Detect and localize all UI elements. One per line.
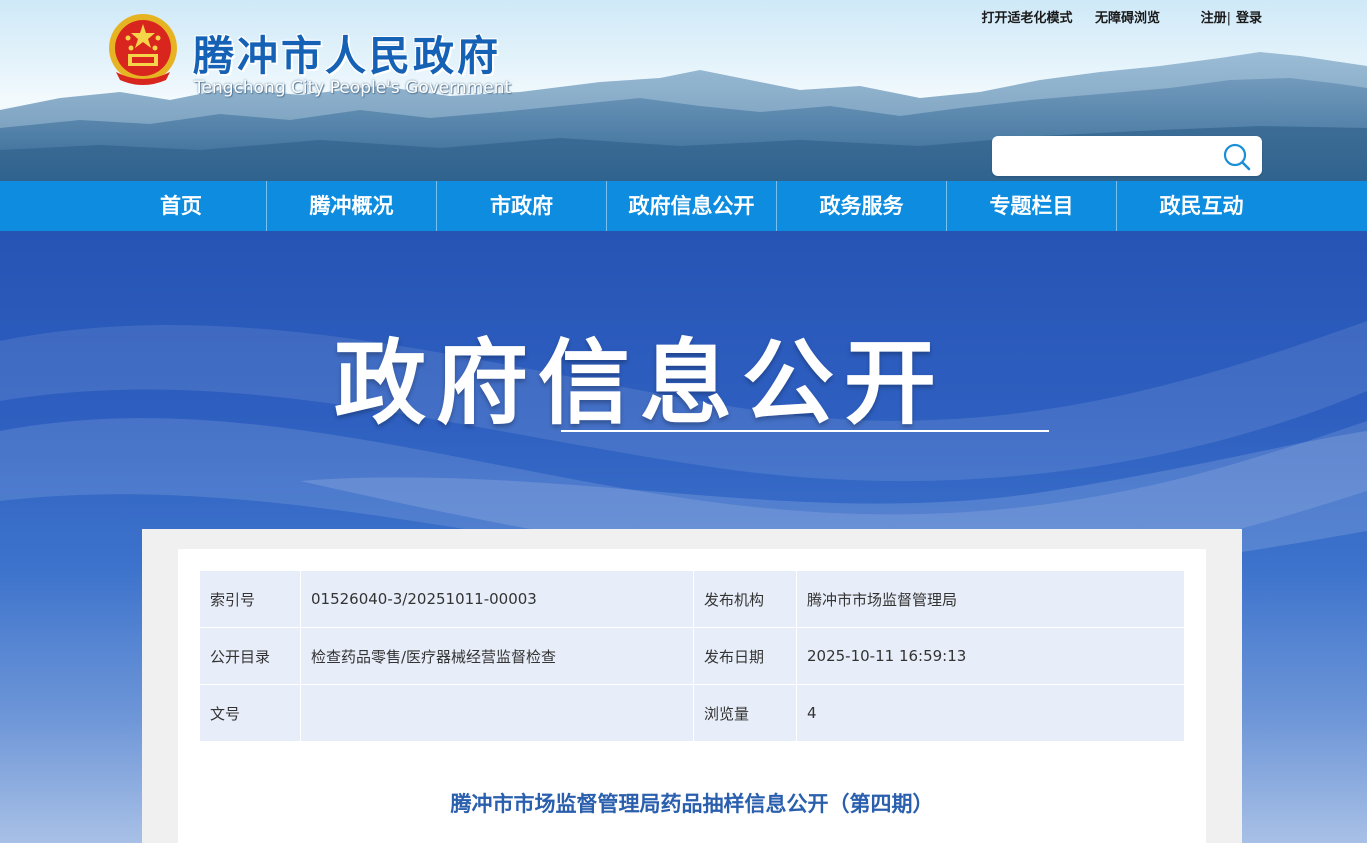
search-icon[interactable] [1222,142,1252,172]
main-nav: 首页 腾冲概况 市政府 政府信息公开 政务服务 专题栏目 政民互动 [0,181,1367,231]
nav-item-overview[interactable]: 腾冲概况 [266,181,436,231]
site-header: 腾冲市人民政府 Tengchong City People's Governme… [0,0,1367,181]
nav-item-home[interactable]: 首页 [96,181,266,231]
nav-item-interaction[interactable]: 政民互动 [1116,181,1286,231]
table-row: 索引号 01526040-3/20251011-00003 发布机构 腾冲市市场… [199,570,1185,628]
register-link[interactable]: 注册 [1201,11,1227,26]
auth-separator: | [1226,11,1231,26]
catalog-label: 公开目录 [199,627,301,685]
publisher-label: 发布机构 [693,570,797,628]
content-outer-panel: 索引号 01526040-3/20251011-00003 发布机构 腾冲市市场… [142,529,1242,843]
catalog-value: 检查药品零售/医疗器械经营监督检查 [300,627,694,685]
banner-title: 政府信息公开 [334,330,947,437]
index-number-value: 01526040-3/20251011-00003 [300,570,694,628]
nav-item-special-topics[interactable]: 专题栏目 [946,181,1116,231]
login-link[interactable]: 登录 [1236,11,1262,26]
search-input[interactable] [1002,144,1202,168]
banner-underline [561,430,1049,432]
view-count-value: 4 [796,684,1185,742]
site-title[interactable]: 腾冲市人民政府 [193,22,501,82]
nav-item-city-government[interactable]: 市政府 [436,181,606,231]
publish-date-value: 2025-10-11 16:59:13 [796,627,1185,685]
table-row: 公开目录 检查药品零售/医疗器械经营监督检查 发布日期 2025-10-11 1… [199,627,1185,685]
site-subtitle: Tengchong City People's Government [194,78,512,98]
nav-item-info-disclosure[interactable]: 政府信息公开 [606,181,776,231]
search-box [992,136,1262,176]
national-emblem-icon [109,14,177,85]
view-count-label: 浏览量 [693,684,797,742]
elderly-mode-link[interactable]: 打开适老化模式 [981,11,1072,26]
index-number-label: 索引号 [199,570,301,628]
accessible-browse-link[interactable]: 无障碍浏览 [1095,11,1160,26]
document-number-value [300,684,694,742]
article-title: 腾冲市市场监督管理局药品抽样信息公开（第四期） [450,792,934,816]
publish-date-label: 发布日期 [693,627,797,685]
content-panel: 索引号 01526040-3/20251011-00003 发布机构 腾冲市市场… [178,549,1206,843]
document-number-label: 文号 [199,684,301,742]
table-row: 文号 浏览量 4 [199,684,1185,742]
publisher-value: 腾冲市市场监督管理局 [796,570,1185,628]
nav-item-government-services[interactable]: 政务服务 [776,181,946,231]
top-links: 打开适老化模式 无障碍浏览 注册| 登录 [963,7,1262,26]
info-table: 索引号 01526040-3/20251011-00003 发布机构 腾冲市市场… [199,570,1185,742]
